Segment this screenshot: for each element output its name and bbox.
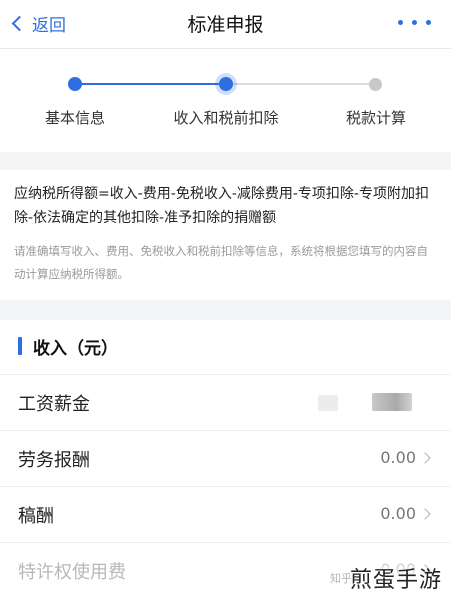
step-label-tax-calculation: 税款计算: [345, 109, 406, 127]
section-header: 收入（元）: [0, 320, 451, 375]
row-label: 特许权使用费: [18, 562, 126, 583]
formula-hint: 请准确填写收入、费用、免税收入和税前扣除等信息，系统将根据您填写的内容自动计算应…: [14, 244, 428, 281]
chevron-right-icon: [419, 452, 431, 464]
step-dot-basic-info: [68, 77, 82, 91]
income-row-royalty[interactable]: 稿酬 0.00: [0, 487, 451, 543]
row-value: 0.00: [380, 448, 416, 467]
income-section: 收入（元） 工资薪金 劳务报酬 0.00 稿酬 0.00 特许权使用费 0.00: [0, 320, 451, 600]
redacted-value-mask: [372, 393, 412, 411]
step-dot-tax-calculation: [369, 78, 382, 91]
more-menu-button[interactable]: [398, 20, 431, 25]
step-connector-todo: [226, 83, 376, 85]
formula-card: 应纳税所得额=收入-费用-免税收入-减除费用-专项扣除-专项附加扣除-依法确定的…: [0, 170, 451, 300]
step-indicator: 基本信息 收入和税前扣除 税款计算: [0, 49, 451, 152]
navigation-bar: 返回 标准申报: [0, 0, 451, 49]
more-dot-icon: [412, 20, 417, 25]
chevron-right-icon: [419, 508, 431, 520]
income-row-salary[interactable]: 工资薪金: [0, 375, 451, 431]
redacted-value-mask: [318, 395, 338, 411]
step-label-basic-info: 基本信息: [44, 109, 105, 127]
income-row-labor[interactable]: 劳务报酬 0.00: [0, 431, 451, 487]
watermark-site: 煎蛋手游: [350, 568, 443, 593]
row-label: 劳务报酬: [18, 450, 90, 471]
watermark-zhihu: 知乎: [330, 572, 352, 585]
more-dot-icon: [426, 20, 431, 25]
step-dot-income-deductions: [219, 77, 233, 91]
step-connector-done: [75, 83, 226, 85]
section-title: 收入（元）: [33, 339, 118, 359]
more-dot-icon: [398, 20, 403, 25]
section-accent-bar: [18, 337, 22, 355]
row-label: 工资薪金: [18, 394, 90, 415]
row-value: 0.00: [380, 504, 416, 523]
row-label: 稿酬: [18, 506, 54, 527]
taxable-income-formula: 应纳税所得额=收入-费用-免税收入-减除费用-专项扣除-专项附加扣除-依法确定的…: [14, 186, 429, 226]
page-title: 标准申报: [187, 14, 264, 36]
step-label-income-deductions: 收入和税前扣除: [173, 109, 279, 127]
